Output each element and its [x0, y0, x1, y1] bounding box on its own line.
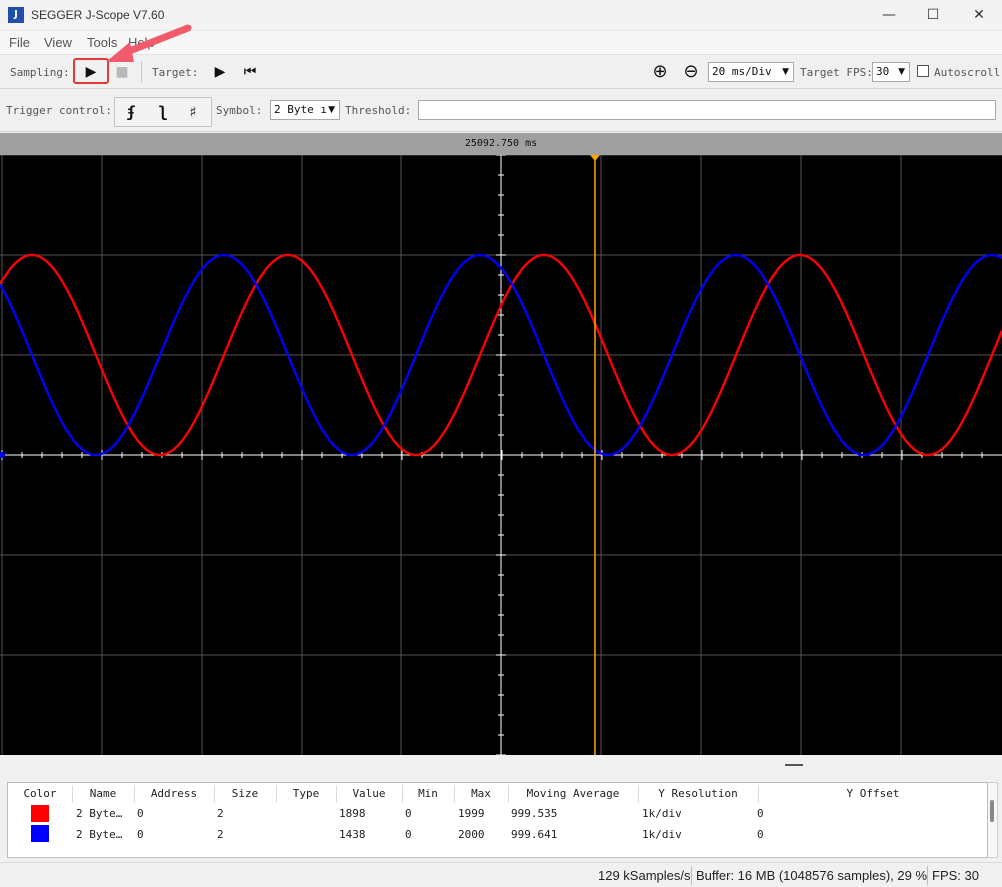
- channel-address: 0: [137, 828, 144, 841]
- channel-min: 0: [405, 807, 412, 820]
- window-title: SEGGER J-Scope V7.60: [31, 8, 165, 22]
- status-divider: [691, 866, 692, 885]
- channel-min: 0: [405, 828, 412, 841]
- close-button[interactable]: ✕: [956, 0, 1002, 31]
- channel-moving-average: 999.535: [511, 807, 558, 820]
- status-buffer: Buffer: 16 MB (1048576 samples), 29 %: [696, 868, 927, 883]
- symbol-label: Symbol:: [216, 104, 263, 117]
- splitter-grip-icon[interactable]: [785, 764, 803, 766]
- threshold-label: Threshold:: [345, 104, 412, 117]
- col-header-address[interactable]: Address: [134, 787, 214, 800]
- col-header-name[interactable]: Name: [72, 787, 134, 800]
- symbol-value: 2 Byte ı: [274, 103, 327, 116]
- col-header-max[interactable]: Max: [454, 787, 508, 800]
- channel-value: 1898: [339, 807, 366, 820]
- symbol-select[interactable]: 2 Byte ı ▼: [270, 100, 340, 120]
- status-bar: 129 kSamples/s Buffer: 16 MB (1048576 sa…: [0, 862, 1002, 887]
- menu-file[interactable]: File: [9, 35, 30, 50]
- sampling-label: Sampling:: [10, 66, 70, 79]
- app-icon: J: [8, 7, 24, 23]
- table-scrollbar-thumb[interactable]: [990, 800, 994, 822]
- zoom-out-icon[interactable]: ⊖: [678, 60, 704, 84]
- col-header-size[interactable]: Size: [214, 787, 276, 800]
- col-header-value[interactable]: Value: [336, 787, 402, 800]
- channel-y-offset: 0: [757, 807, 764, 820]
- channel-name: 2 Byte…: [76, 828, 123, 841]
- fps-label: Target FPS:: [800, 66, 873, 79]
- target-reset-button[interactable]: ⏮: [237, 60, 263, 84]
- threshold-input[interactable]: [418, 100, 996, 120]
- channel-size: 2: [217, 807, 224, 820]
- time-div-select[interactable]: 20 ms/Div ▼: [708, 62, 794, 82]
- col-header-color[interactable]: Color: [8, 787, 72, 800]
- col-header-min[interactable]: Min: [402, 787, 454, 800]
- time-ruler[interactable]: 25092.750 ms: [0, 133, 1002, 155]
- series-start-marker: [0, 452, 5, 458]
- channel-color-swatch[interactable]: [31, 805, 49, 822]
- status-fps: FPS: 30: [932, 868, 979, 883]
- channel-moving-average: 999.641: [511, 828, 558, 841]
- trigger-both-button[interactable]: ♯: [179, 100, 207, 124]
- status-divider: [927, 866, 928, 885]
- channel-table: Color Name Address Size Type Value Min M…: [7, 782, 988, 858]
- fps-select[interactable]: 30 ▼: [872, 62, 910, 82]
- col-header-y-resolution[interactable]: Y Resolution: [638, 787, 758, 800]
- chevron-down-icon: ▼: [782, 67, 789, 77]
- minimize-button[interactable]: —: [866, 0, 912, 31]
- zoom-in-icon[interactable]: ⊕: [647, 60, 673, 84]
- chevron-down-icon: ▼: [898, 67, 905, 77]
- autoscroll-checkbox[interactable]: [917, 65, 929, 77]
- channel-y-resolution: 1k/div: [642, 828, 682, 841]
- maximize-button[interactable]: ☐: [910, 0, 956, 31]
- trigger-control-label: Trigger control:: [6, 104, 112, 117]
- scope-plot[interactable]: [0, 154, 1002, 756]
- callout-arrow-icon: [106, 24, 192, 62]
- channel-color-swatch[interactable]: [31, 825, 49, 842]
- channel-y-resolution: 1k/div: [642, 807, 682, 820]
- scope-canvas: [0, 154, 1002, 756]
- trigger-mode-group: ʄ ʅ ♯: [114, 97, 212, 127]
- channel-size: 2: [217, 828, 224, 841]
- channel-max: 1999: [458, 807, 485, 820]
- channel-address: 0: [137, 807, 144, 820]
- status-sample-rate: 129 kSamples/s: [598, 868, 691, 883]
- channel-name: 2 Byte…: [76, 807, 123, 820]
- trigger-falling-button[interactable]: ʅ: [149, 100, 177, 124]
- chevron-down-icon: ▼: [328, 105, 335, 115]
- channel-max: 2000: [458, 828, 485, 841]
- menu-view[interactable]: View: [44, 35, 72, 50]
- trigger-rising-button[interactable]: ʄ: [117, 100, 145, 124]
- col-header-type[interactable]: Type: [276, 787, 336, 800]
- time-cursor-marker-icon: [590, 155, 600, 161]
- channel-y-offset: 0: [757, 828, 764, 841]
- panel-splitter[interactable]: [0, 755, 1002, 782]
- target-run-button[interactable]: ▶: [207, 60, 233, 84]
- time-readout: 25092.750 ms: [464, 138, 538, 149]
- time-div-value: 20 ms/Div: [712, 65, 772, 78]
- col-header-moving-average[interactable]: Moving Average: [508, 787, 638, 800]
- channel-value: 1438: [339, 828, 366, 841]
- col-header-y-offset[interactable]: Y Offset: [758, 787, 988, 800]
- fps-value: 30: [876, 65, 890, 78]
- autoscroll-label: Autoscroll: [934, 66, 1001, 79]
